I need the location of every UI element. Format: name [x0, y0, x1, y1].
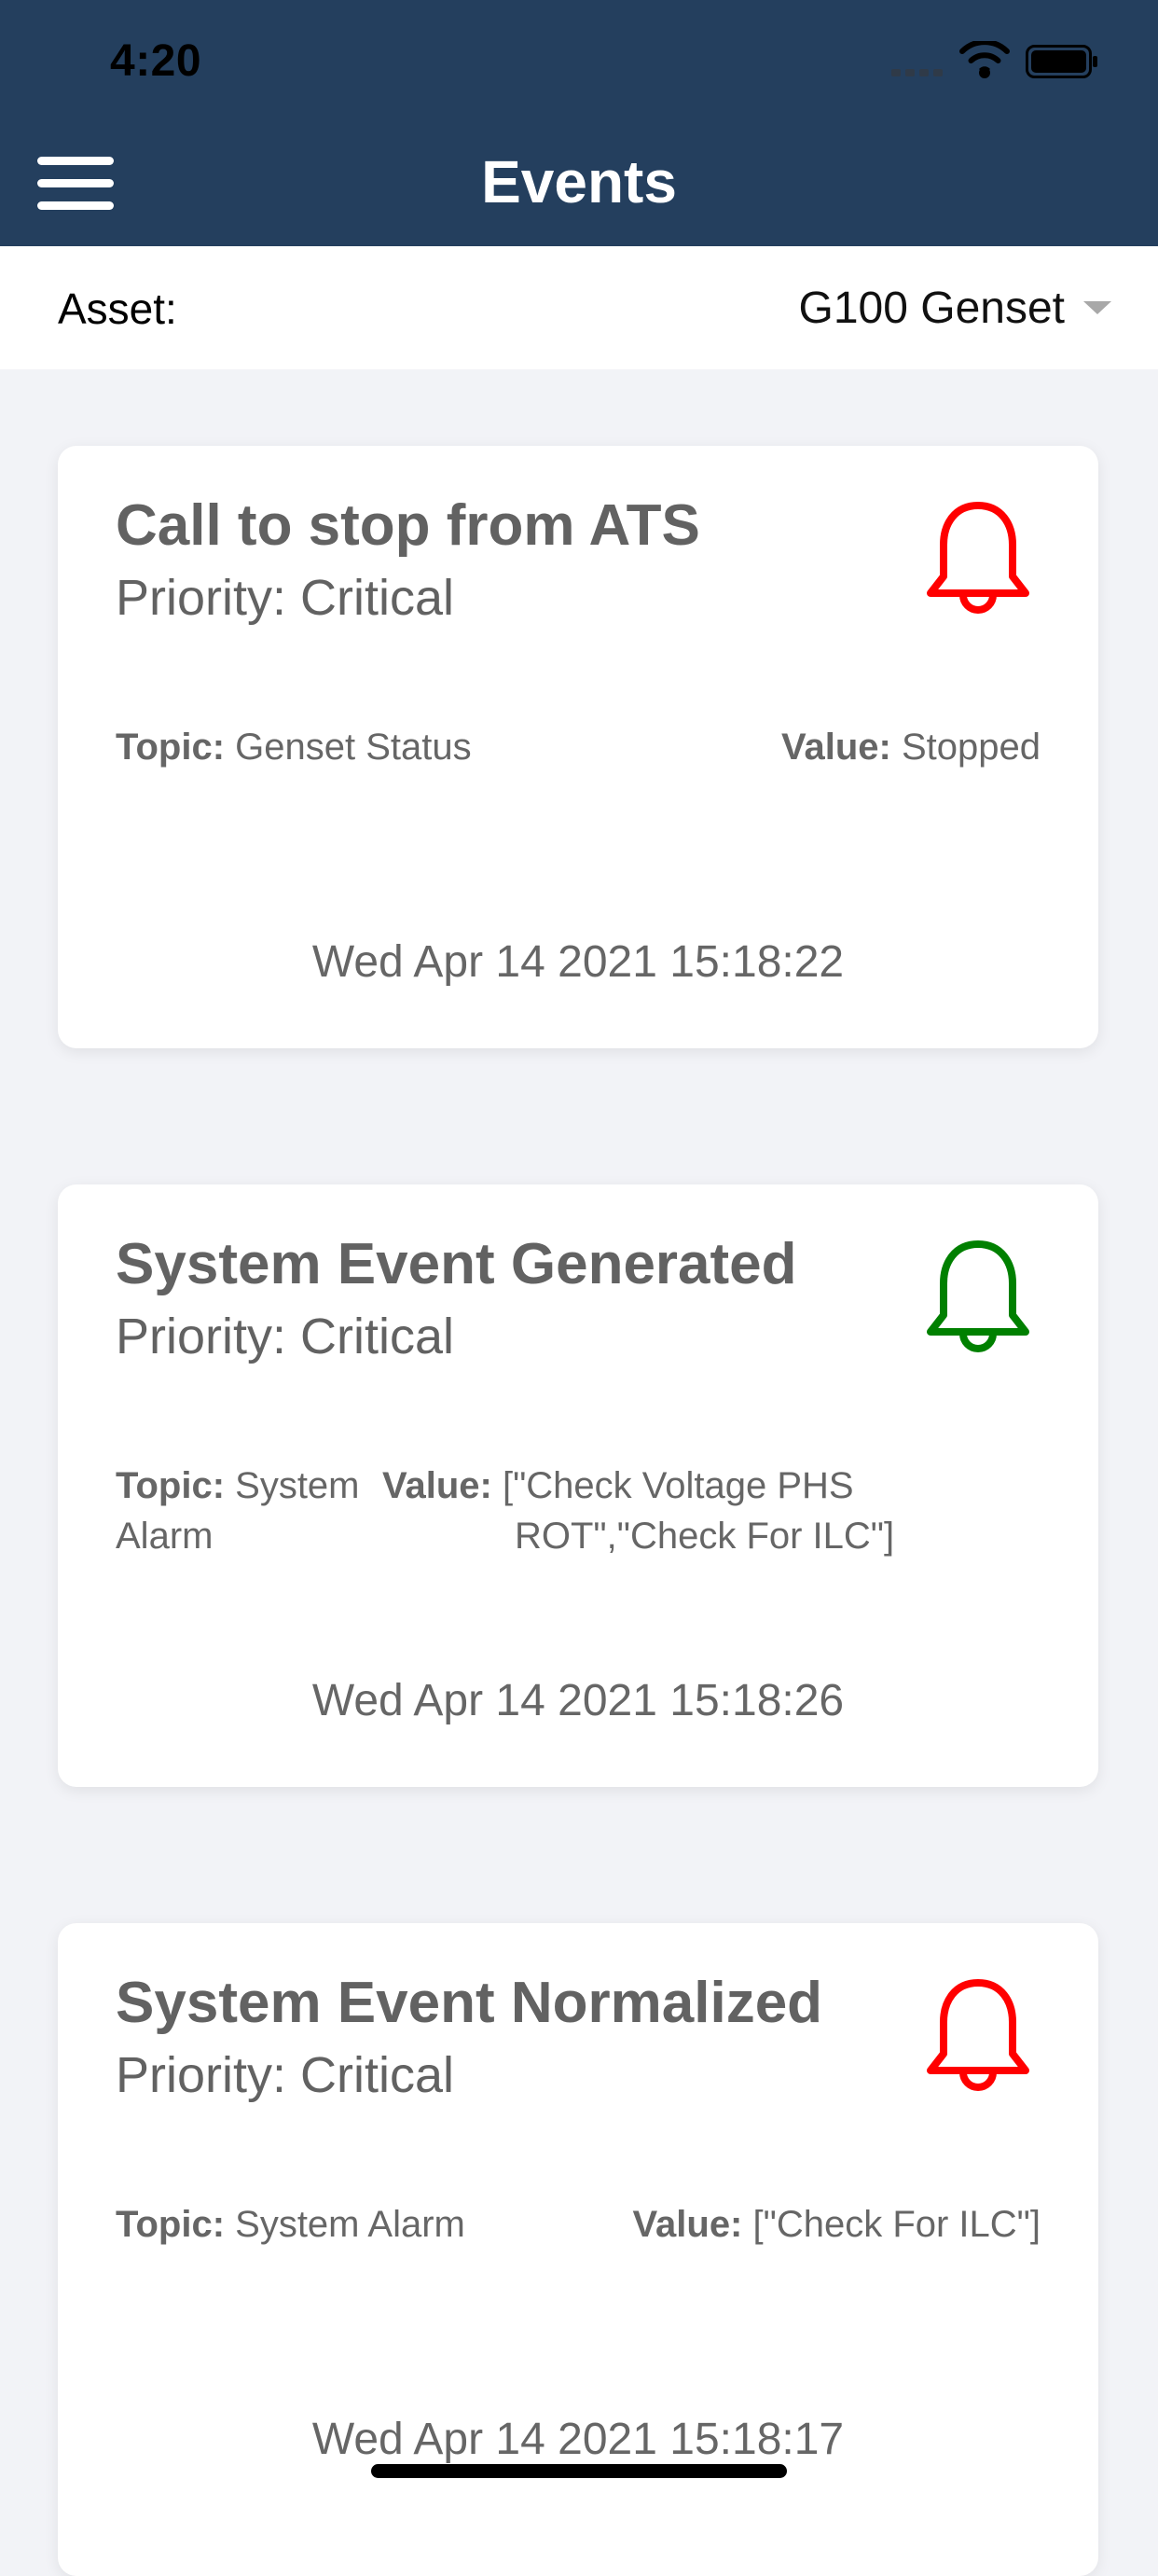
event-timestamp: Wed Apr 14 2021 15:18:17: [311, 2415, 845, 2464]
bell-icon: [927, 1979, 1029, 2091]
value-label: Value:: [781, 727, 891, 768]
event-value: Value: ["Check For ILC"]: [633, 2199, 1041, 2250]
event-topic: Topic: System Alarm: [116, 1461, 377, 1561]
event-card[interactable]: Call to stop from ATS Priority: Critical…: [58, 446, 1098, 1048]
event-topic: Topic: System Alarm: [116, 2199, 465, 2250]
bell-icon: [927, 1240, 1029, 1352]
topic-label: Topic:: [116, 727, 226, 768]
topic-label: Topic:: [116, 1465, 226, 1506]
event-topic: Topic: Genset Status: [116, 722, 472, 772]
event-priority: Priority: Critical: [116, 2047, 455, 2103]
event-value: Value: Stopped: [781, 722, 1041, 772]
topic-value: Genset Status: [235, 727, 472, 768]
event-card[interactable]: System Event Generated Priority: Critica…: [58, 1184, 1098, 1787]
value-text: ["Check For ILC"]: [752, 2204, 1041, 2245]
status-time: 4:20: [110, 36, 202, 86]
value-text: ["Check Voltage PHS ROT","Check For ILC"…: [502, 1465, 895, 1557]
event-priority: Priority: Critical: [116, 570, 455, 626]
value-text: Stopped: [901, 727, 1041, 768]
value-label: Value:: [632, 2204, 743, 2245]
battery-icon: [1026, 45, 1097, 78]
event-timestamp: Wed Apr 14 2021 15:18:22: [311, 937, 845, 987]
asset-selector-bar: Asset: G100 Genset: [0, 246, 1158, 369]
caret-down-icon: [1083, 301, 1111, 314]
event-title: System Event Normalized: [116, 1971, 823, 2035]
value-label: Value:: [382, 1465, 492, 1506]
asset-label: Asset:: [58, 284, 177, 333]
asset-selected-value: G100 Genset: [798, 283, 1065, 333]
bell-icon: [927, 502, 1029, 614]
event-value: Value: ["Check Voltage PHS ROT","Check F…: [382, 1461, 1074, 1561]
event-timestamp: Wed Apr 14 2021 15:18:26: [311, 1676, 845, 1725]
event-title: Call to stop from ATS: [116, 493, 700, 558]
topic-label: Topic:: [116, 2204, 226, 2245]
cellular-signal-icon: [891, 69, 944, 76]
wifi-icon: [959, 41, 1010, 78]
topic-value: System Alarm: [235, 2204, 465, 2245]
page-title: Events: [481, 148, 677, 215]
asset-dropdown[interactable]: G100 Genset: [798, 278, 1111, 338]
event-priority: Priority: Critical: [116, 1309, 455, 1364]
event-card[interactable]: System Event Normalized Priority: Critic…: [58, 1923, 1098, 2576]
app-header: 4:20 Events: [0, 0, 1158, 246]
event-title: System Event Generated: [116, 1232, 797, 1296]
home-indicator[interactable]: [371, 2464, 787, 2478]
